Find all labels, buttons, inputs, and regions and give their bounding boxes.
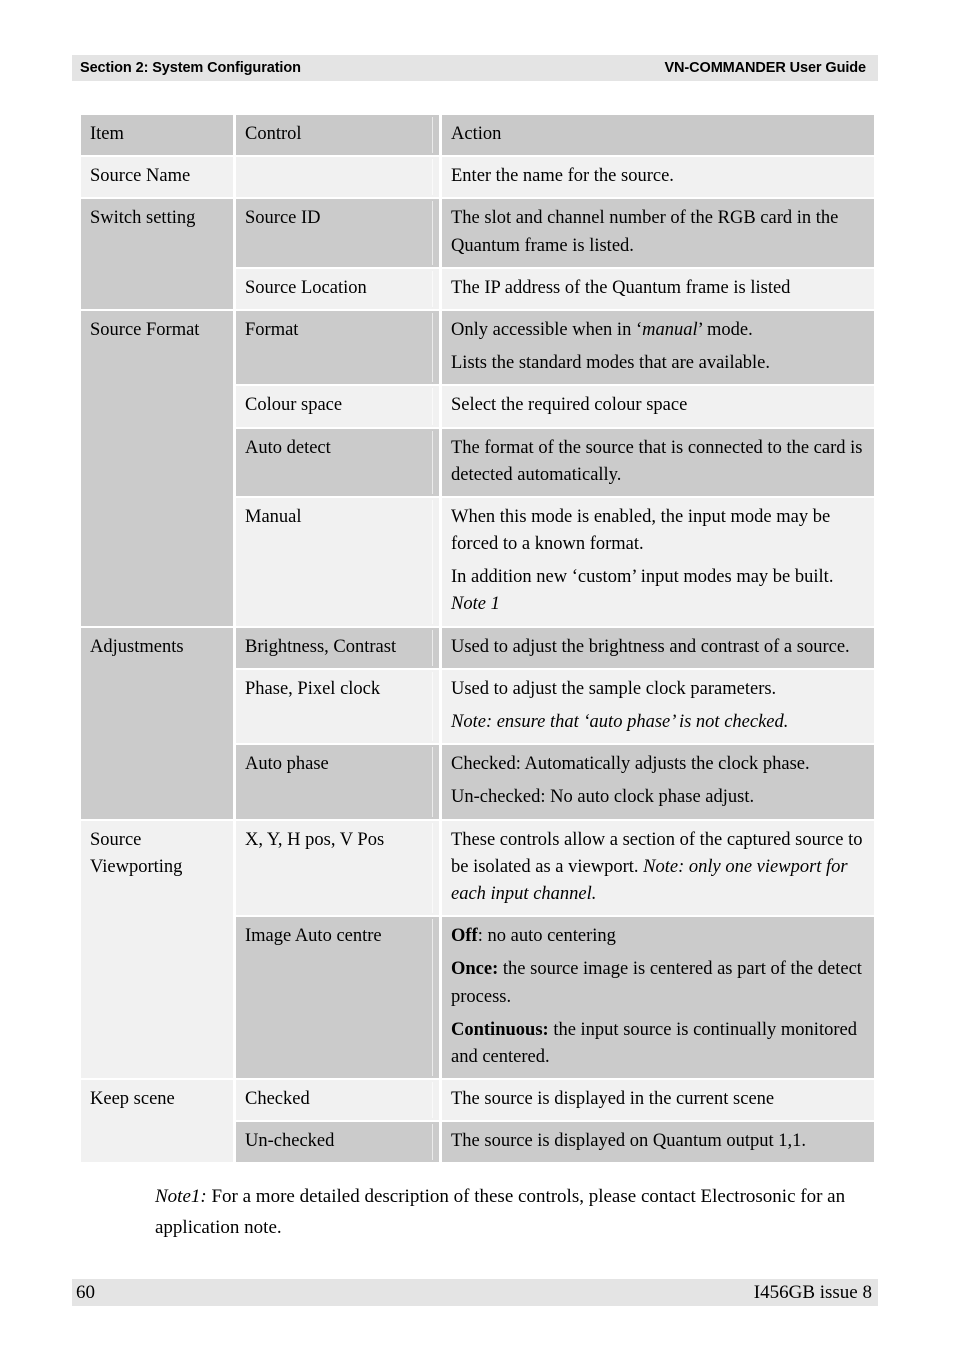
cell-action: Used to adjust the sample clock paramete… <box>442 669 874 744</box>
action-line: Off: no auto centering <box>451 926 616 947</box>
cell-control: Auto detect <box>236 428 439 496</box>
cell-item: Source Viewporting <box>81 820 233 1079</box>
cell-action: Used to adjust the brightness and contra… <box>442 627 874 668</box>
running-head: Section 2: System Configuration VN-COMMA… <box>72 55 878 81</box>
cell-action: The source is displayed on Quantum outpu… <box>442 1122 874 1163</box>
cell-action: Checked: Automatically adjusts the clock… <box>442 745 874 819</box>
action-line: Used to adjust the sample clock paramete… <box>451 678 777 699</box>
table-row: Source Name Enter the name for the sourc… <box>81 157 874 198</box>
action-line: The source is displayed in the current s… <box>451 1089 775 1110</box>
cell-control <box>236 157 439 198</box>
running-head-section: Section 2: System Configuration <box>80 60 301 76</box>
page-footer: 60 I456GB issue 8 <box>72 1279 878 1306</box>
document-code: I456GB issue 8 <box>753 1281 872 1303</box>
cell-action: Enter the name for the source. <box>442 157 874 198</box>
action-line: Once: the source image is centered as pa… <box>451 959 862 1007</box>
cell-control: Source ID <box>236 199 439 267</box>
cell-control: Format <box>236 310 439 385</box>
table-row: Source Format Format Only accessible whe… <box>81 310 874 626</box>
cell-control: Checked <box>236 1080 439 1121</box>
action-line: When this mode is enabled, the input mod… <box>451 506 831 555</box>
cell-item: Switch setting <box>81 199 233 309</box>
note-paragraph: Note1: For a more detailed description o… <box>155 1182 875 1244</box>
table-row: Keep scene Checked The source is display… <box>81 1080 874 1163</box>
action-line: The format of the source that is connect… <box>451 437 863 485</box>
cell-action: The format of the source that is connect… <box>442 428 874 496</box>
column-header-action: Action <box>442 115 874 156</box>
cell-action: These controls allow a section of the ca… <box>442 820 874 916</box>
cell-control: X, Y, H pos, V Pos <box>236 820 439 916</box>
action-line: Continuous: the input source is continua… <box>451 1019 857 1067</box>
cell-action: Off: no auto centering Once: the source … <box>442 917 874 1079</box>
cell-action: The IP address of the Quantum frame is l… <box>442 268 874 309</box>
cell-item: Source Name <box>81 157 233 198</box>
action-line: These controls allow a section of the ca… <box>451 829 863 904</box>
cell-action: When this mode is enabled, the input mod… <box>442 497 874 626</box>
cell-item: Source Format <box>81 310 233 626</box>
action-line: Un-checked: No auto clock phase adjust. <box>451 787 755 808</box>
table-row: Adjustments Brightness, Contrast Used to… <box>81 627 874 819</box>
table-row: Source Viewporting X, Y, H pos, V Pos Th… <box>81 820 874 1079</box>
action-line-note: Note: ensure that ‘auto phase’ is not ch… <box>451 712 789 732</box>
action-line: Checked: Automatically adjusts the clock… <box>451 754 810 775</box>
cell-control: Source Location <box>236 268 439 309</box>
cell-control: Image Auto centre <box>236 917 439 1079</box>
action-line: Select the required colour space <box>451 395 688 416</box>
action-line: Enter the name for the source. <box>451 166 674 187</box>
cell-control: Manual <box>236 497 439 626</box>
cell-action: Only accessible when in ‘manual’ mode. L… <box>442 310 874 385</box>
column-header-item: Item <box>81 115 233 156</box>
action-line: The source is displayed on Quantum outpu… <box>451 1131 807 1152</box>
action-line: In addition new ‘custom’ input modes may… <box>451 567 834 615</box>
action-line: The slot and channel number of the RGB c… <box>451 208 839 256</box>
note-text: For a more detailed description of these… <box>155 1186 846 1238</box>
action-line: Used to adjust the brightness and contra… <box>451 636 850 657</box>
cell-item: Adjustments <box>81 627 233 819</box>
table-row: Switch setting Source ID The slot and ch… <box>81 199 874 309</box>
cell-control: Colour space <box>236 386 439 427</box>
note-label: Note1: <box>155 1186 207 1207</box>
table-header-row: Item Control Action <box>81 115 874 156</box>
cell-control: Un-checked <box>236 1122 439 1163</box>
action-line: Lists the standard modes that are availa… <box>451 353 771 374</box>
cell-control: Auto phase <box>236 745 439 819</box>
action-line: Only accessible when in ‘manual’ mode. <box>451 319 753 340</box>
cell-control: Brightness, Contrast <box>236 627 439 668</box>
column-header-control: Control <box>236 115 439 156</box>
cell-action: Select the required colour space <box>442 386 874 427</box>
cell-action: The slot and channel number of the RGB c… <box>442 199 874 267</box>
cell-action: The source is displayed in the current s… <box>442 1080 874 1121</box>
cell-item: Keep scene <box>81 1080 233 1163</box>
cell-control: Phase, Pixel clock <box>236 669 439 744</box>
action-line: The IP address of the Quantum frame is l… <box>451 277 791 298</box>
running-head-title: VN-COMMANDER User Guide <box>664 60 866 76</box>
controls-table: Item Control Action Source Name Enter th… <box>78 113 877 1164</box>
page-number: 60 <box>76 1281 95 1303</box>
